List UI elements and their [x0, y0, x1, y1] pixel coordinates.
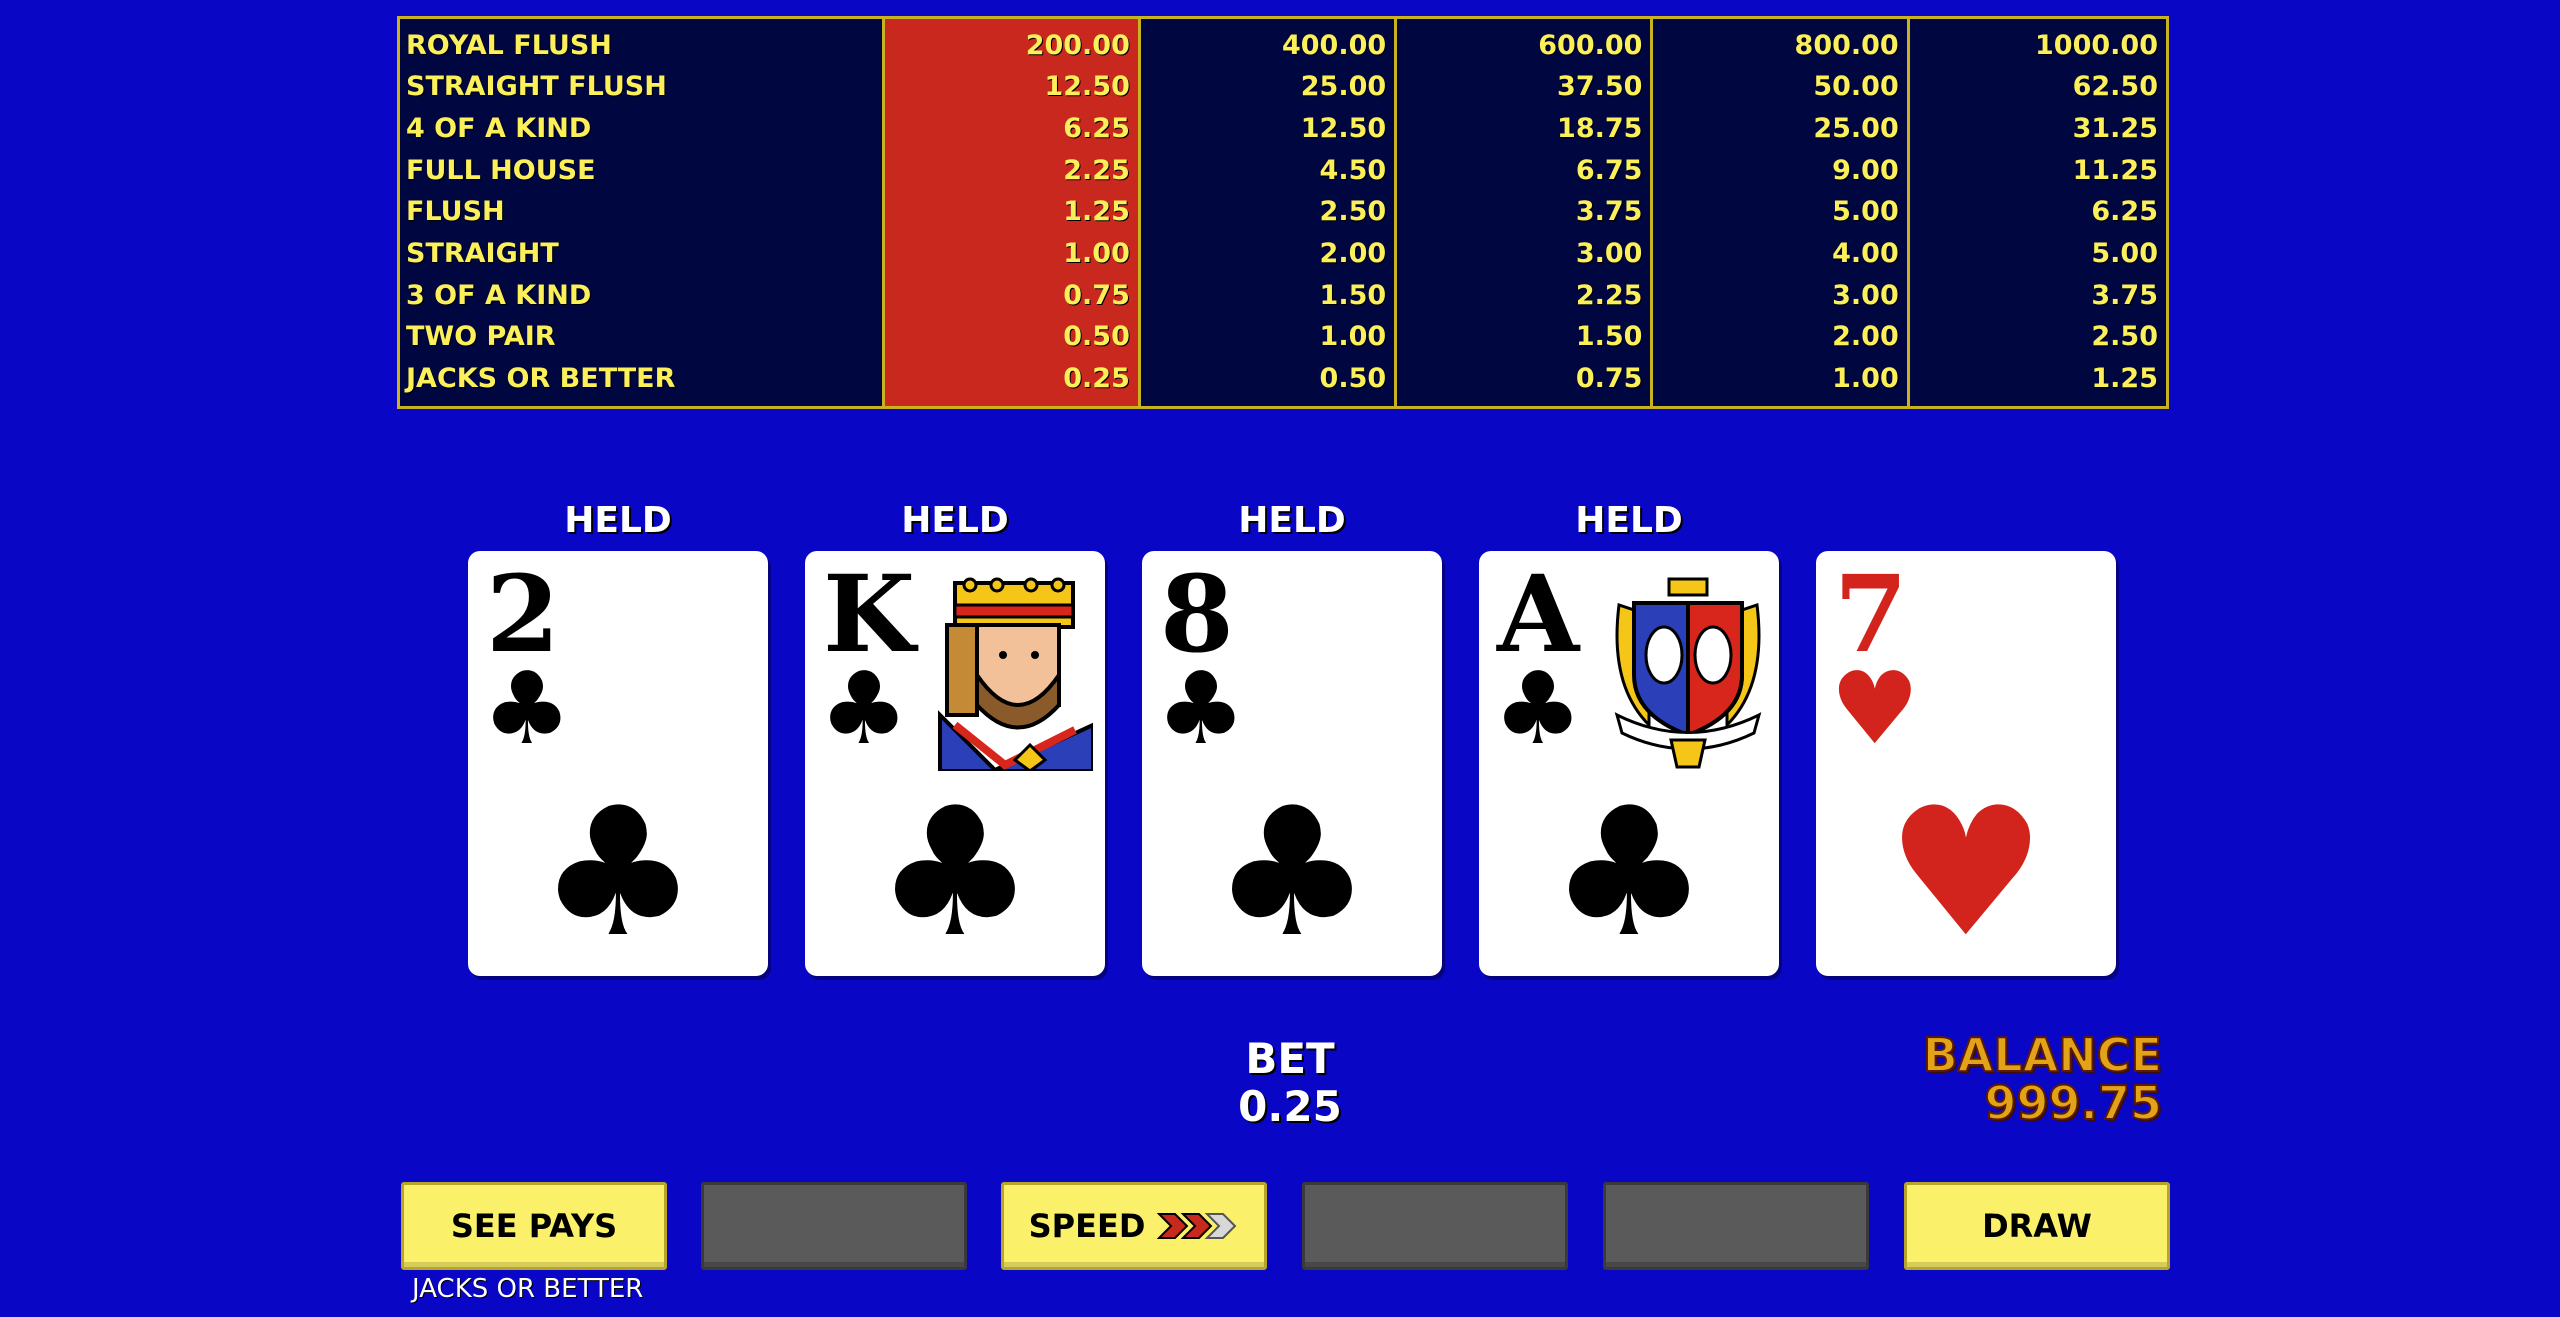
payout-value: 37.50 [1557, 71, 1643, 103]
payout-value: 3.75 [1575, 196, 1643, 228]
payout-value: 4.50 [1319, 154, 1387, 186]
hand-name: STRAIGHT [406, 238, 559, 270]
payout-value: 1.25 [1063, 196, 1130, 228]
payout-value: 1.25 [2091, 363, 2158, 395]
payout-value: 800.00 [1794, 29, 1899, 61]
paytable-column-bet-2: 400.00 25.00 12.50 4.50 2.50 2.00 1.50 1… [1141, 19, 1398, 406]
game-name: JACKS OR BETTER [412, 1274, 644, 1304]
empty-button-1 [701, 1182, 967, 1270]
bet-value: 0.25 [1238, 1082, 1342, 1131]
payout-value: 5.00 [1832, 196, 1899, 228]
hand-name: JACKS OR BETTER [406, 363, 676, 395]
payout-value: 2.25 [1063, 154, 1130, 186]
payout-value: 3.00 [1575, 238, 1643, 270]
payout-value: 2.00 [1319, 238, 1387, 270]
see-pays-button[interactable]: SEE PAYS [401, 1182, 667, 1270]
club-icon: ♣ [1212, 769, 1372, 976]
payout-value: 1.00 [1063, 238, 1130, 270]
king-portrait-icon [938, 577, 1093, 771]
payout-value: 1.00 [1832, 363, 1899, 395]
paytable-hand-names: ROYAL FLUSH STRAIGHT FLUSH 4 OF A KIND F… [400, 19, 885, 406]
payout-value: 1.00 [1319, 321, 1387, 353]
payout-value: 0.75 [1063, 279, 1130, 311]
payout-value: 600.00 [1538, 29, 1643, 61]
card-3[interactable]: 8 ♣ ♣ [1142, 551, 1442, 976]
payout-value: 18.75 [1557, 113, 1643, 145]
see-pays-label: SEE PAYS [450, 1207, 618, 1245]
card-4[interactable]: A ♣ ♣ [1479, 551, 1779, 976]
club-icon: ♣ [538, 769, 698, 976]
hand-name: ROYAL FLUSH [406, 29, 612, 61]
payout-value: 400.00 [1281, 29, 1387, 61]
coat-of-arms-icon [1614, 577, 1762, 769]
paytable-column-bet-5: 1000.00 62.50 31.25 11.25 6.25 5.00 3.75… [1910, 19, 2166, 406]
payout-value: 5.00 [2091, 238, 2158, 270]
payout-value: 25.00 [1813, 113, 1899, 145]
club-icon: ♣ [819, 650, 909, 767]
draw-button[interactable]: DRAW [1904, 1182, 2170, 1270]
balance-label: BALANCE [1922, 1027, 2163, 1083]
hand-name: FLUSH [406, 196, 505, 228]
payout-value: 0.25 [1063, 363, 1130, 395]
hand-name: TWO PAIR [406, 321, 556, 353]
card-5[interactable]: 7 ♥ ♥ [1816, 551, 2116, 976]
payout-value: 31.25 [2072, 113, 2158, 145]
payout-value: 12.50 [1300, 113, 1387, 145]
payout-value: 50.00 [1813, 71, 1899, 103]
paytable-column-bet-4: 800.00 50.00 25.00 9.00 5.00 4.00 3.00 2… [1653, 19, 1910, 406]
payout-value: 0.50 [1063, 321, 1130, 353]
payout-value: 0.75 [1575, 363, 1643, 395]
speed-label: SPEED [1028, 1207, 1146, 1245]
hand-name: FULL HOUSE [406, 154, 596, 186]
payout-value: 3.00 [1832, 279, 1899, 311]
payout-value: 4.00 [1832, 238, 1899, 270]
payout-value: 6.25 [2091, 196, 2158, 228]
held-label-card-4: HELD [1575, 500, 1683, 541]
payout-value: 12.50 [1044, 71, 1130, 103]
payout-value: 11.25 [2072, 154, 2158, 186]
payout-value: 3.75 [2091, 279, 2158, 311]
heart-icon: ♥ [1886, 769, 2046, 976]
held-label-card-2: HELD [901, 500, 1009, 541]
payout-value: 2.25 [1575, 279, 1643, 311]
bet-label: BET [1245, 1034, 1335, 1083]
card-1[interactable]: 2 ♣ ♣ [468, 551, 768, 976]
paytable-column-bet-3: 600.00 37.50 18.75 6.75 3.75 3.00 2.25 1… [1397, 19, 1654, 406]
club-icon: ♣ [875, 769, 1035, 976]
hand-name: STRAIGHT FLUSH [406, 71, 667, 103]
payout-value: 1.50 [1575, 321, 1643, 353]
paytable-column-bet-1: 200.00 12.50 6.25 2.25 1.25 1.00 0.75 0.… [884, 19, 1141, 406]
payout-value: 2.00 [1832, 321, 1899, 353]
hand-name: 4 OF A KIND [406, 113, 592, 145]
heart-icon: ♥ [1830, 650, 1920, 767]
empty-button-2 [1302, 1182, 1568, 1270]
payout-value: 25.00 [1300, 71, 1387, 103]
speed-button[interactable]: SPEED [1001, 1182, 1267, 1270]
payout-value: 2.50 [1319, 196, 1387, 228]
card-2[interactable]: K ♣ ♣ [805, 551, 1105, 976]
speed-arrows-icon [1157, 1213, 1237, 1239]
draw-label: DRAW [1982, 1207, 2092, 1245]
payout-value: 200.00 [1025, 29, 1130, 61]
payout-value: 1.50 [1319, 279, 1387, 311]
club-icon: ♣ [1549, 769, 1709, 976]
payout-value: 9.00 [1832, 154, 1899, 186]
hand-name: 3 OF A KIND [406, 279, 592, 311]
club-icon: ♣ [482, 650, 572, 767]
payout-value: 2.50 [2091, 321, 2158, 353]
payout-value: 0.50 [1319, 363, 1387, 395]
payout-value: 6.25 [1063, 113, 1130, 145]
payout-value: 6.75 [1575, 154, 1643, 186]
empty-button-3 [1603, 1182, 1869, 1270]
payout-value: 1000.00 [2035, 29, 2158, 61]
club-icon: ♣ [1156, 650, 1246, 767]
payout-value: 62.50 [2072, 71, 2158, 103]
held-label-card-1: HELD [564, 500, 672, 541]
held-label-card-3: HELD [1238, 500, 1346, 541]
club-icon: ♣ [1493, 650, 1583, 767]
paytable: ROYAL FLUSH STRAIGHT FLUSH 4 OF A KIND F… [397, 16, 2169, 409]
balance-value: 999.75 [1983, 1075, 2163, 1131]
